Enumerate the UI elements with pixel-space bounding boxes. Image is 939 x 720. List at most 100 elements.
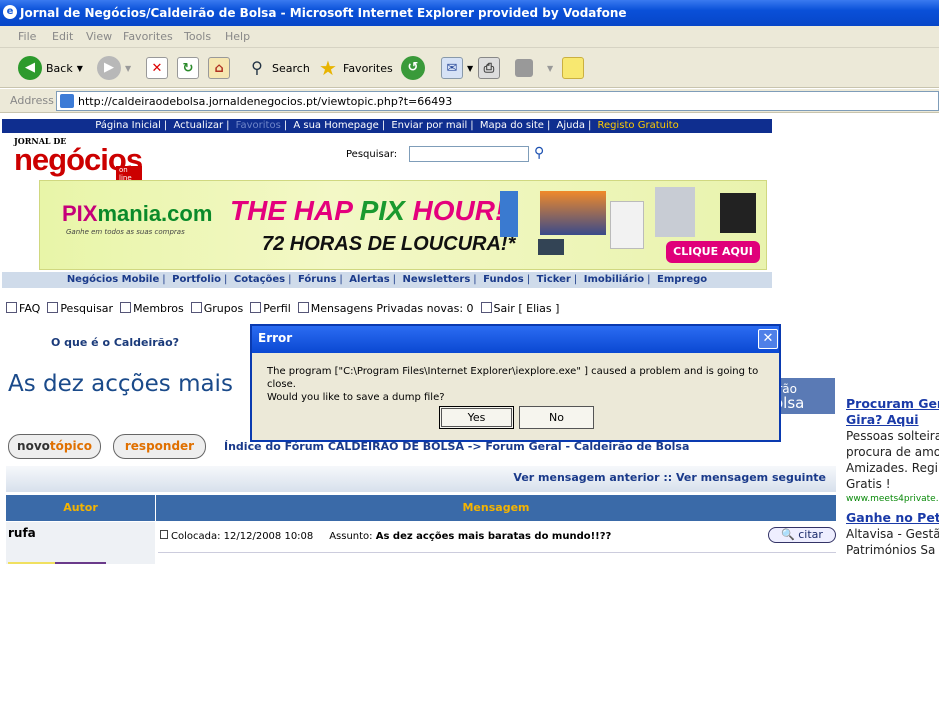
mail-button[interactable]: ✉ ▼	[441, 56, 473, 80]
secnav-alertas[interactable]: Alertas	[349, 274, 389, 285]
nav-ajuda[interactable]: Ajuda	[557, 120, 585, 131]
ad-2-title[interactable]: Ganhe no Pet	[846, 510, 939, 526]
star-icon: ★	[319, 56, 337, 80]
secnav-mobile[interactable]: Negócios Mobile	[67, 274, 159, 285]
ad-1-text: Amizades. Regi	[846, 461, 938, 475]
chevron-down-icon: ▼	[547, 63, 554, 73]
secnav-cotacoes[interactable]: Cotações	[234, 274, 285, 285]
refresh-button[interactable]: ↻	[177, 56, 199, 80]
ad-1-text: Pessoas solteira	[846, 429, 939, 443]
nav-favoritos[interactable]: Favoritos	[236, 120, 281, 131]
forumnav-pm[interactable]: Mensagens Privadas novas: 0	[297, 302, 474, 315]
error-dialog: Error ✕ The program ["C:\Program Files\I…	[250, 324, 781, 442]
tv-image	[540, 191, 606, 235]
nav-pagina-inicial[interactable]: Página Inicial	[95, 120, 161, 131]
forward-arrow-icon: ▶	[97, 56, 121, 80]
banner-tagline: Ganhe em todos as suas compras	[66, 228, 185, 236]
menu-file[interactable]: File	[18, 30, 36, 43]
stop-button[interactable]: ✕	[146, 56, 168, 80]
window-title-bar: e Jornal de Negócios/Caldeirão de Bolsa …	[0, 0, 939, 26]
forumnav-profile[interactable]: Perfil	[250, 302, 291, 315]
notes-button[interactable]	[562, 56, 584, 80]
forumnav-search[interactable]: Pesquisar	[47, 302, 113, 315]
menu-favorites[interactable]: Favorites	[123, 30, 173, 43]
ad-1-title[interactable]: Procuram Ger	[846, 396, 939, 412]
nav-homepage[interactable]: A sua Homepage	[293, 120, 378, 131]
forumnav-logout[interactable]: Sair [ Elias ]	[480, 302, 559, 315]
menu-view[interactable]: View	[86, 30, 112, 43]
forumnav-members[interactable]: Membros	[120, 302, 184, 315]
browser-toolbar: ◀ Back ▼ ▶ ▼ ✕ ↻ ⌂ ⚲ Search ★ Favorites …	[0, 48, 939, 88]
new-topic-button[interactable]: novotópico	[8, 434, 101, 459]
nav-mapa-site[interactable]: Mapa do site	[480, 120, 544, 131]
reply-button[interactable]: responder	[113, 434, 206, 459]
secnav-portfolio[interactable]: Portfolio	[172, 274, 221, 285]
site-search-input[interactable]	[409, 146, 529, 162]
menu-edit[interactable]: Edit	[52, 30, 73, 43]
secnav-ticker[interactable]: Ticker	[537, 274, 571, 285]
caldeirao-logo[interactable]: irão olsa	[772, 378, 835, 414]
forumnav-groups[interactable]: Grupos	[190, 302, 243, 315]
top-nav: Página Inicial | Actualizar | Favoritos | A…	[2, 119, 772, 133]
ad-1-url[interactable]: www.meets4private.	[846, 492, 939, 506]
secnav-fundos[interactable]: Fundos	[483, 274, 524, 285]
refresh-icon: ↻	[177, 57, 199, 79]
ad-2-text: Altavisa - Gestã	[846, 527, 939, 541]
post-date: Colocada: 12/12/2008 10:08	[171, 531, 314, 542]
ad-1-title2[interactable]: Gira? Aqui	[846, 412, 939, 428]
menu-help[interactable]: Help	[225, 30, 250, 43]
caldeirao-logo-line2: olsa	[774, 394, 805, 412]
chevron-down-icon: ▼	[76, 63, 83, 73]
mixer-image	[655, 187, 695, 237]
favorites-label: Favorites	[343, 61, 393, 75]
printer-icon: ⎙	[478, 57, 500, 79]
secnav-foruns[interactable]: Fóruns	[298, 274, 336, 285]
close-icon[interactable]: ✕	[758, 329, 778, 349]
dialog-title: Error	[252, 326, 779, 353]
edit-button[interactable]: ▼	[515, 56, 553, 80]
nav-actualizar[interactable]: Actualizar	[173, 120, 223, 131]
history-button[interactable]: ↺	[401, 56, 425, 80]
what-is-caldeirao-link[interactable]: O que é o Caldeirão?	[51, 336, 179, 349]
ad-1-text: Gratis !	[846, 477, 891, 491]
secnav-imobiliario[interactable]: Imobiliário	[584, 274, 644, 285]
dialog-message: The program ["C:\Program Files\Internet …	[267, 366, 759, 403]
members-icon	[120, 302, 132, 313]
avatar	[8, 562, 106, 564]
prev-next-links[interactable]: Ver mensagem anterior :: Ver mensagem se…	[6, 466, 836, 492]
quote-button[interactable]: 🔍 citar	[768, 527, 836, 543]
search-icon[interactable]: ⚲	[534, 145, 550, 161]
back-button[interactable]: ◀ Back ▼	[18, 56, 83, 80]
no-button[interactable]: No	[519, 406, 594, 429]
search-button[interactable]: ⚲ Search	[246, 56, 310, 80]
ie-icon: e	[3, 5, 17, 19]
banner-cta-button[interactable]: CLIQUE AQUI	[666, 241, 760, 263]
groups-icon	[190, 302, 202, 313]
section-nav: Negócios Mobile | Portfolio | Cotações | Fó…	[2, 272, 772, 288]
favorites-button[interactable]: ★ Favorites	[317, 56, 393, 80]
address-url[interactable]: http://caldeiraodebolsa.jornaldenegocios…	[78, 95, 452, 108]
ad-banner[interactable]: PIXmania.com Ganhe em todos as suas comp…	[39, 180, 767, 270]
secnav-newsletters[interactable]: Newsletters	[403, 274, 471, 285]
nav-enviar-mail[interactable]: Enviar por mail	[391, 120, 467, 131]
nav-registo[interactable]: Registo Gratuito	[598, 120, 679, 131]
yes-button[interactable]: Yes	[439, 406, 514, 429]
site-search-label: Pesquisar:	[346, 149, 398, 160]
address-field[interactable]: http://caldeiraodebolsa.jornaldenegocios…	[56, 91, 939, 111]
secnav-emprego[interactable]: Emprego	[657, 274, 707, 285]
home-button[interactable]: ⌂	[208, 56, 230, 80]
forward-button[interactable]: ▶ ▼	[97, 56, 131, 80]
banner-subline: 72 HORAS DE LOUCURA!*	[262, 233, 516, 255]
site-logo[interactable]: JORNAL DE negócios on line	[14, 136, 143, 182]
search-icon	[47, 302, 59, 313]
print-button[interactable]: ⎙	[478, 56, 500, 80]
quote-label: citar	[798, 528, 823, 541]
back-arrow-icon: ◀	[18, 56, 42, 80]
post-subject: As dez acções mais baratas do mundo!!??	[375, 531, 612, 542]
back-label: Back	[46, 61, 73, 75]
menu-tools[interactable]: Tools	[184, 30, 211, 43]
author-name[interactable]: rufa	[8, 526, 36, 540]
menu-bar: File Edit View Favorites Tools Help	[0, 26, 939, 48]
forumnav-faq[interactable]: FAQ	[6, 302, 40, 315]
edit-icon	[515, 59, 533, 77]
